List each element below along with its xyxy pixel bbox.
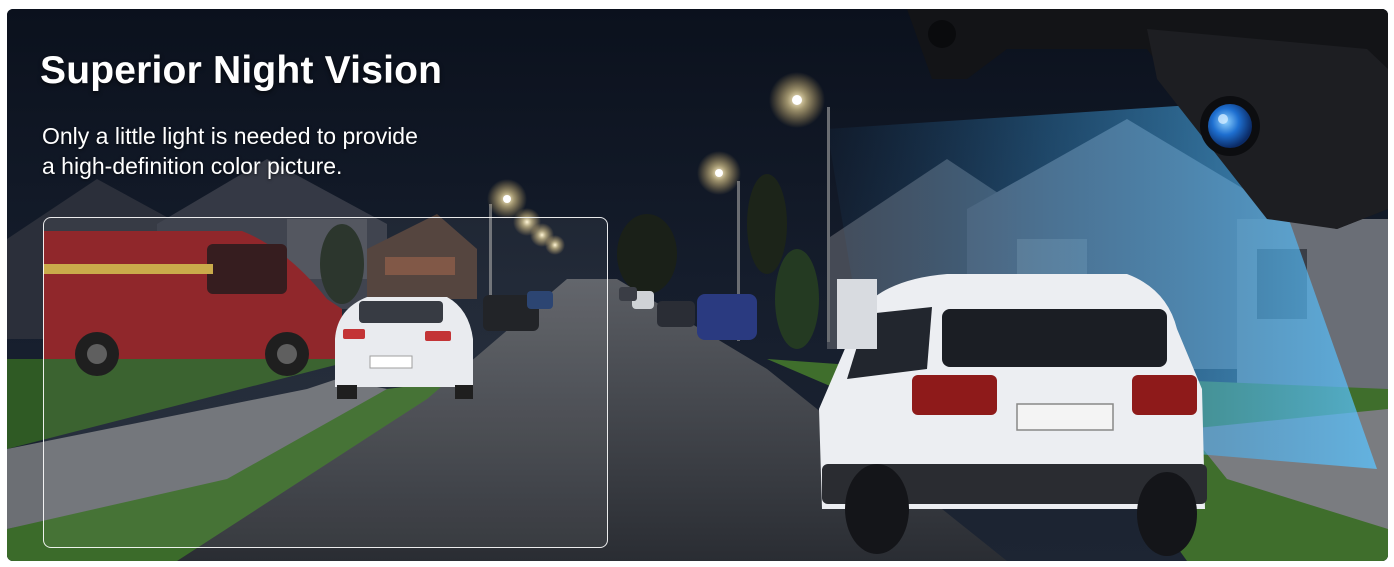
night-vision-banner: Superior Night Vision Only a little ligh… xyxy=(7,9,1388,561)
banner-title: Superior Night Vision xyxy=(40,49,443,92)
banner-subtitle-line-1: Only a little light is needed to provide xyxy=(42,123,418,149)
highlight-frame xyxy=(43,217,608,548)
banner-subtitle: Only a little light is needed to provide… xyxy=(42,121,418,181)
banner-subtitle-line-2: a high-definition color picture. xyxy=(42,153,343,179)
